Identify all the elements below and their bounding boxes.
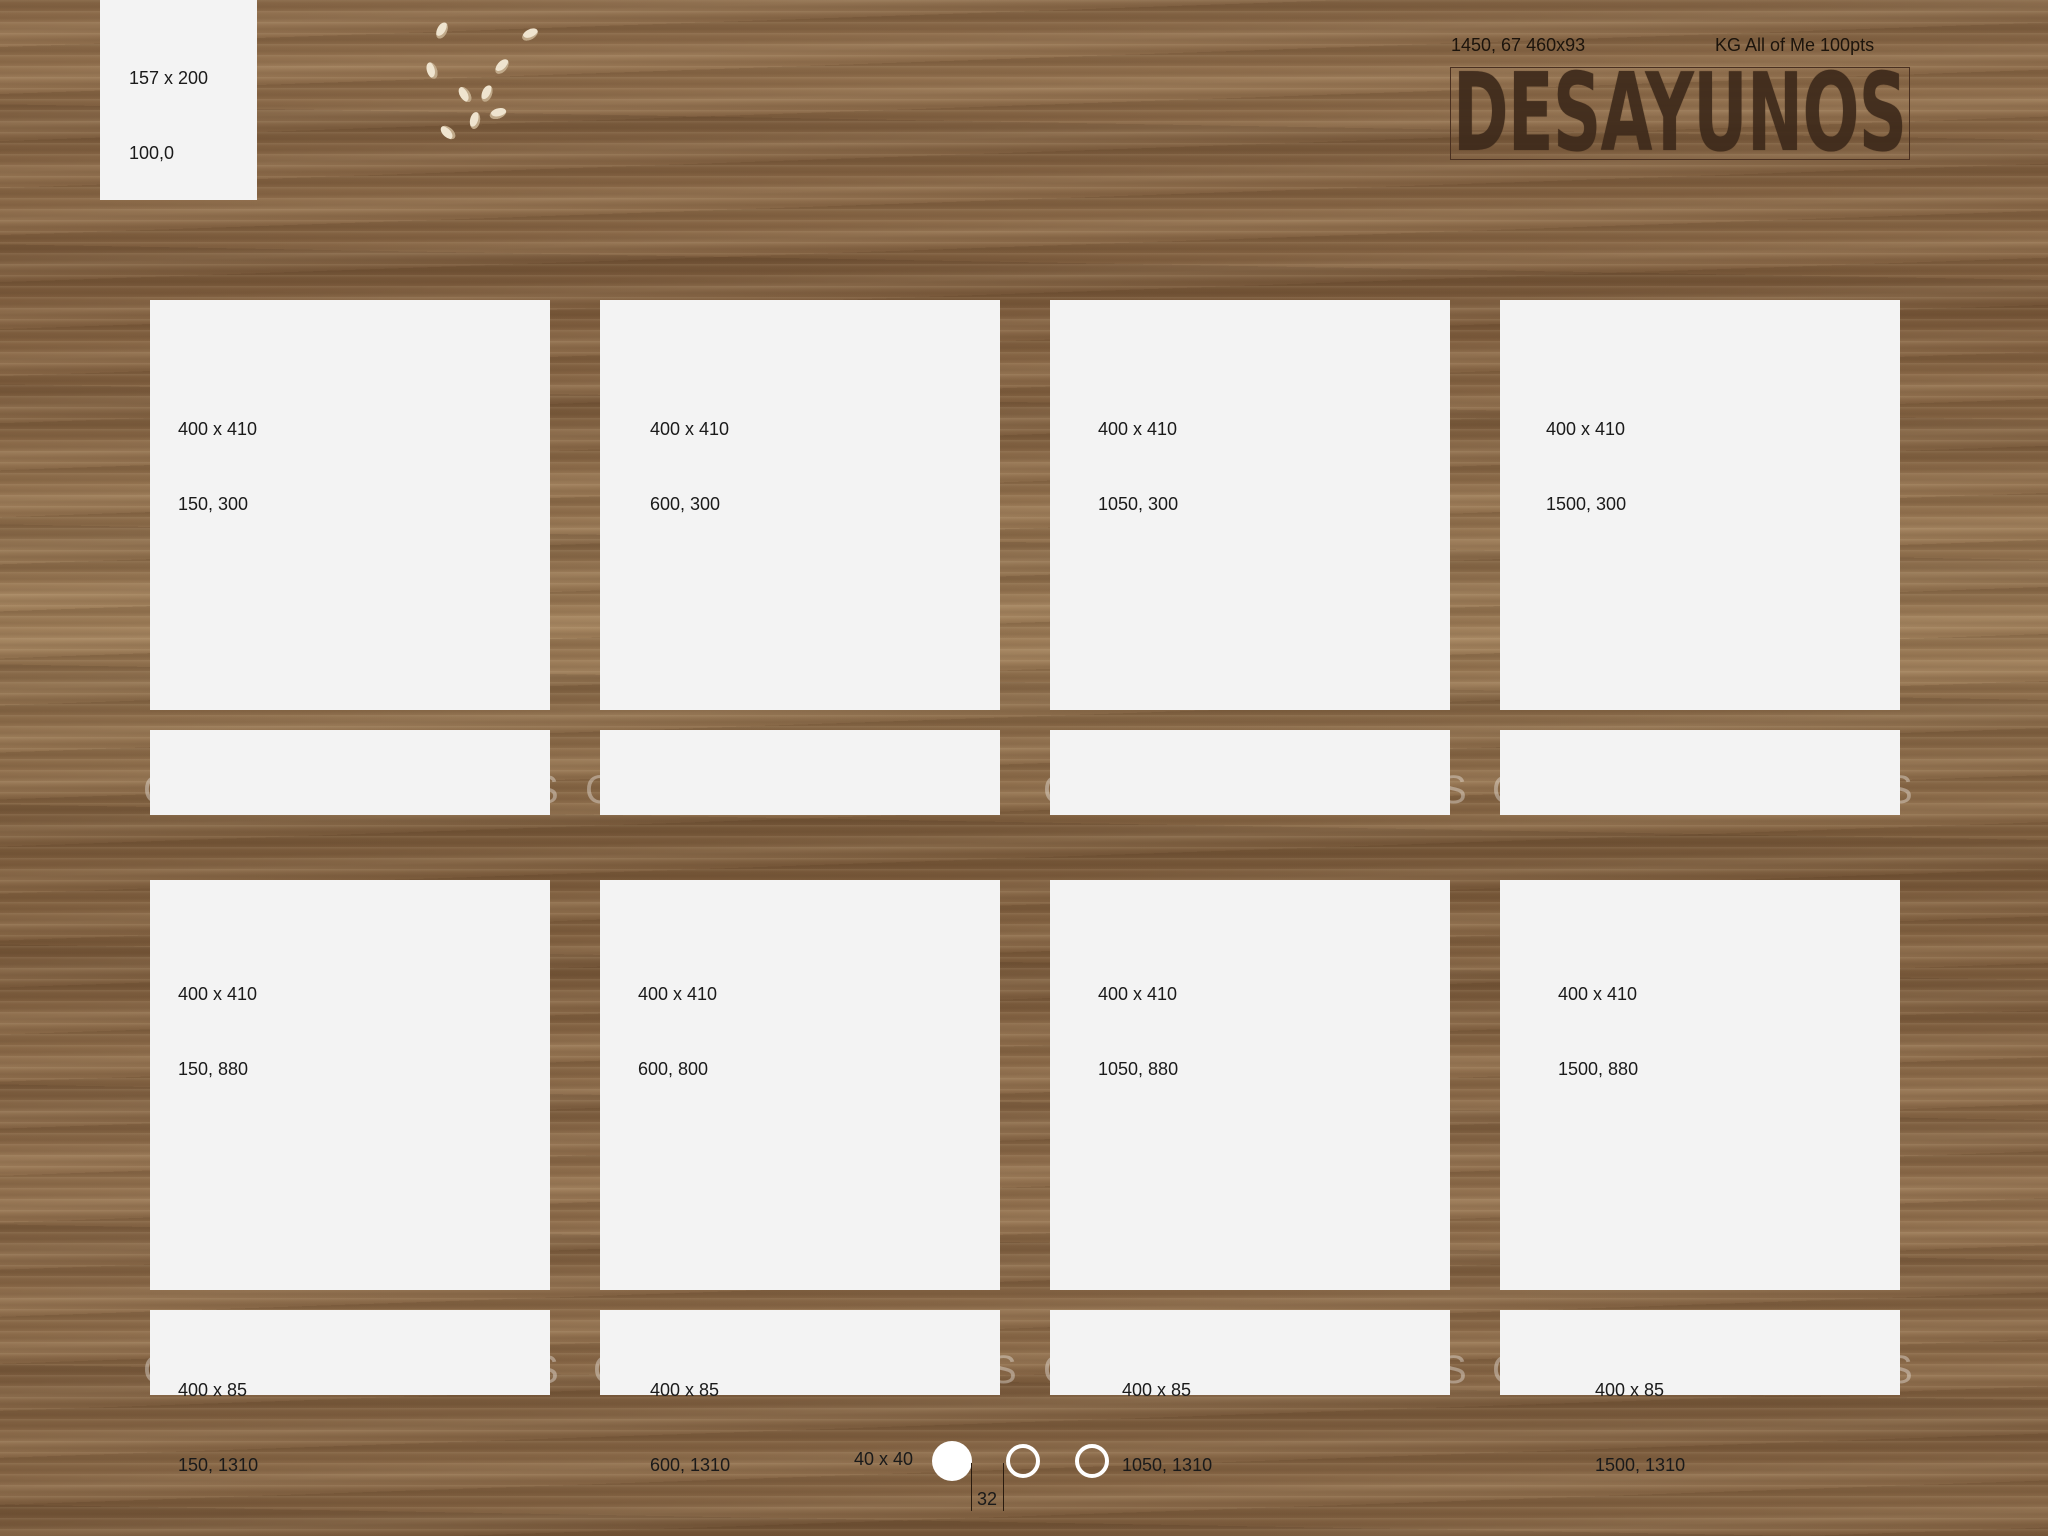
card-caption-placeholder[interactable]: 400 x 85 150, 1310 <box>150 1310 550 1475</box>
card-position-label: 1050, 880 <box>1098 1059 1179 1079</box>
card-image-placeholder[interactable]: 400 x 410 1500, 880 <box>1500 880 1900 1290</box>
card-caption-placeholder[interactable]: 400 x 85 600, 1310 <box>600 1310 1000 1475</box>
seeds-decoration <box>424 20 555 150</box>
page-number: 32 <box>977 1489 998 1509</box>
card-size-label: 400 x 410 <box>1098 419 1178 439</box>
logo-frame: DESAYUNOS <box>1450 51 1910 176</box>
card-position-label: 600, 800 <box>638 1059 709 1079</box>
card-caption-placeholder[interactable]: 400 x 85 1500, 1310 <box>1500 1310 1900 1475</box>
card-image-placeholder[interactable]: 400 x 410 1500, 300 <box>1500 300 1900 710</box>
card-position-label: 1500, 880 <box>1558 1059 1639 1079</box>
guide-line <box>971 1463 972 1511</box>
caption-size-label: 400 x 85 <box>1595 1380 1665 1400</box>
page-title: DESAYUNOS <box>1453 51 1907 176</box>
caption-position-label: 600, 1310 <box>650 1455 731 1475</box>
card-caption-placeholder[interactable] <box>600 730 1000 815</box>
card-caption-placeholder[interactable] <box>150 730 550 815</box>
caption-position-label: 1050, 1310 <box>1122 1455 1213 1475</box>
card-caption-placeholder[interactable] <box>1500 730 1900 815</box>
guide-line <box>1003 1463 1004 1511</box>
card-position-label: 150, 880 <box>178 1059 249 1079</box>
card-position-label: 150, 300 <box>178 494 249 514</box>
caption-position-label: 1500, 1310 <box>1595 1455 1686 1475</box>
card-size-label: 400 x 410 <box>178 419 258 439</box>
card-size-label: 400 x 410 <box>650 419 730 439</box>
card-size-label: 400 x 410 <box>1558 984 1638 1004</box>
corner-size-label: 157 x 200 <box>129 68 209 88</box>
corner-position-label: 100,0 <box>129 143 175 163</box>
card-caption-placeholder[interactable]: 400 x 85 1050, 1310 <box>1050 1310 1450 1475</box>
card-size-label: 400 x 410 <box>1098 984 1178 1004</box>
card-size-label: 400 x 410 <box>638 984 718 1004</box>
caption-size-label: 400 x 85 <box>178 1380 248 1400</box>
page-dot[interactable] <box>1075 1444 1109 1478</box>
card-caption-placeholder[interactable] <box>1050 730 1450 815</box>
card-size-label: 400 x 410 <box>1546 419 1626 439</box>
card-image-placeholder[interactable]: 400 x 410 1050, 300 <box>1050 300 1450 710</box>
caption-size-label: 400 x 85 <box>1122 1380 1192 1400</box>
corner-placeholder: 157 x 200 100,0 <box>100 0 257 200</box>
card-size-label: 400 x 410 <box>178 984 258 1004</box>
card-position-label: 1050, 300 <box>1098 494 1179 514</box>
card-image-placeholder[interactable]: 400 x 410 600, 800 <box>600 880 1000 1290</box>
card-position-label: 1500, 300 <box>1546 494 1627 514</box>
card-position-label: 600, 300 <box>650 494 721 514</box>
card-image-placeholder[interactable]: 400 x 410 150, 880 <box>150 880 550 1290</box>
card-image-placeholder[interactable]: 400 x 410 150, 300 <box>150 300 550 710</box>
caption-size-label: 400 x 85 <box>650 1380 720 1400</box>
page-dot[interactable] <box>1006 1444 1040 1478</box>
pagination-size-label: 40 x 40 <box>854 1449 914 1469</box>
page-dot-active[interactable] <box>932 1441 972 1481</box>
caption-position-label: 150, 1310 <box>178 1455 259 1475</box>
card-image-placeholder[interactable]: 400 x 410 600, 300 <box>600 300 1000 710</box>
card-image-placeholder[interactable]: 400 x 410 1050, 880 <box>1050 880 1450 1290</box>
